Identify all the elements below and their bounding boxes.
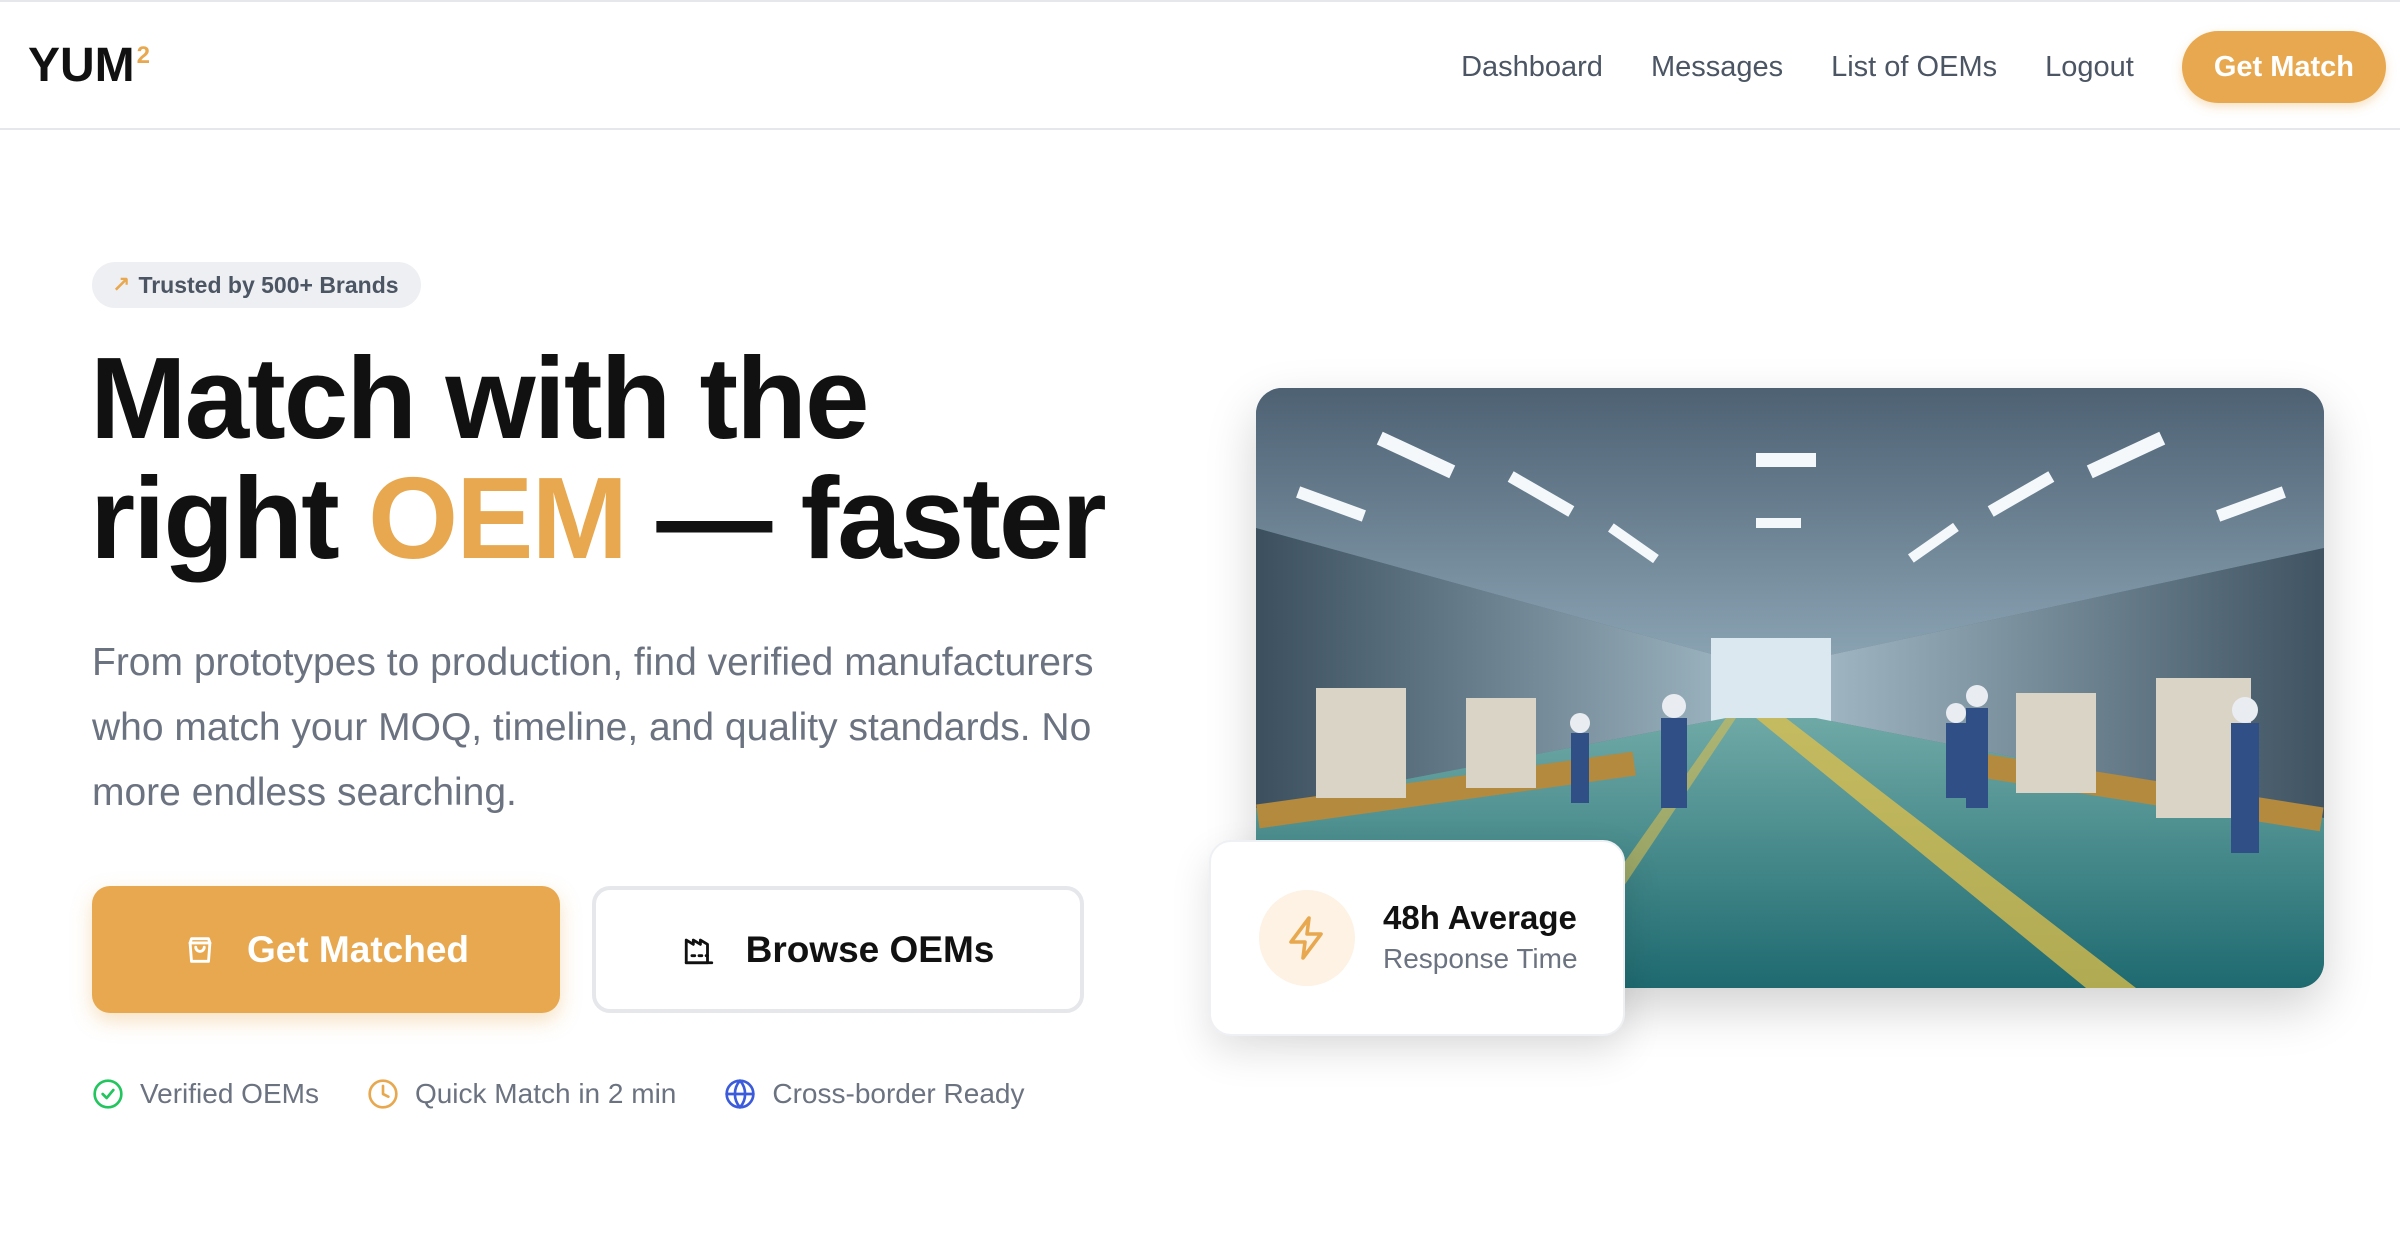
get-matched-label: Get Matched: [246, 928, 470, 970]
feature-cross-border: Cross-border Ready: [724, 1078, 1024, 1110]
clock-icon: [368, 1079, 398, 1109]
hero-title: Match with the right OEM — faster: [90, 338, 1240, 578]
stat-text: 48h Average Response Time: [1383, 897, 1578, 979]
lightning-icon: [1289, 916, 1323, 960]
hero-title-prefix: right: [90, 453, 340, 583]
get-matched-button[interactable]: Get Matched: [92, 886, 560, 1013]
brand-logo[interactable]: YUM2: [28, 38, 150, 102]
main-nav: Dashboard Messages List of OEMs Logout G…: [1413, 2, 2400, 132]
factory-icon: [684, 938, 713, 964]
feature-quick-match: Quick Match in 2 min: [367, 1078, 676, 1110]
nav-link-messages[interactable]: Messages: [1651, 51, 1783, 84]
feature-verified: Verified OEMs: [92, 1078, 319, 1110]
feature-cross-border-label: Cross-border Ready: [772, 1078, 1025, 1109]
nav-link-dashboard[interactable]: Dashboard: [1461, 51, 1603, 84]
hero-subtitle: From prototypes to production, find veri…: [92, 641, 1094, 814]
nav-link-list-of-oems[interactable]: List of OEMs: [1831, 51, 1997, 84]
nav-link-logout[interactable]: Logout: [2045, 51, 2134, 84]
get-match-button[interactable]: Get Match: [2181, 31, 2386, 103]
browse-oems-label: Browse OEMs: [745, 928, 995, 970]
check-circle-icon: [93, 1079, 123, 1109]
logo-text: YUM: [28, 39, 135, 92]
stat-label: Response Time: [1383, 943, 1578, 974]
shopping-bag-icon: [188, 936, 212, 963]
trusted-badge-text: Trusted by 500+ Brands: [138, 271, 399, 298]
feature-quick-match-label: Quick Match in 2 min: [414, 1078, 677, 1109]
feature-verified-label: Verified OEMs: [140, 1078, 319, 1109]
logo-superscript: 2: [136, 42, 151, 69]
response-time-card: 48h Average Response Time: [1209, 840, 1625, 1036]
trusted-badge: ↗ Trusted by 500+ Brands: [92, 262, 421, 308]
browse-oems-button[interactable]: Browse OEMs: [592, 886, 1084, 1013]
globe-icon: [725, 1079, 756, 1109]
hero-title-line1: Match with the: [90, 333, 870, 463]
hero-title-accent: OEM: [367, 453, 628, 583]
lightning-icon-wrapper: [1259, 890, 1355, 986]
hero-title-suffix: — faster: [656, 453, 1106, 583]
rocket-icon: ↗: [112, 272, 131, 297]
feature-list: Verified OEMs Quick Match in 2 min Cross…: [92, 1078, 1072, 1110]
stat-value: 48h Average: [1383, 899, 1577, 936]
top-navbar: YUM2 Dashboard Messages List of OEMs Log…: [0, 0, 2400, 130]
